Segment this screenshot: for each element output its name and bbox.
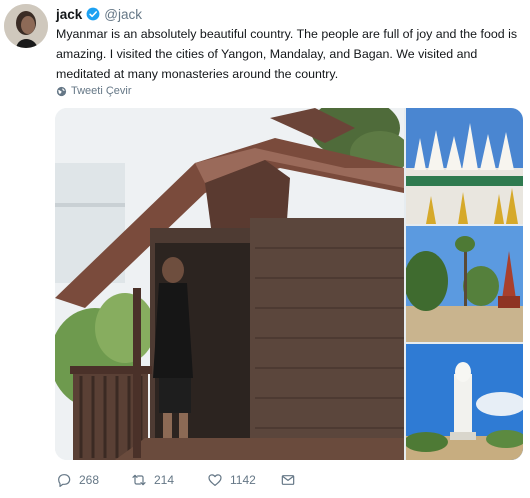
tweet-header: jack @jack <box>56 5 142 23</box>
avatar[interactable] <box>4 4 48 48</box>
like-button[interactable]: 1142 <box>207 472 280 488</box>
display-name[interactable]: jack <box>56 7 82 22</box>
verified-badge-icon <box>86 7 100 21</box>
direct-message-button[interactable] <box>280 472 303 488</box>
reply-icon <box>58 474 71 487</box>
photo-wooden-hut[interactable] <box>55 108 404 460</box>
heart-icon <box>208 474 222 486</box>
translate-label: Tweeti Çevir <box>71 85 132 97</box>
mail-icon <box>281 475 295 485</box>
media-grid <box>55 108 523 460</box>
photo-red-pagoda[interactable] <box>406 226 523 342</box>
retweet-button[interactable]: 214 <box>131 472 207 488</box>
user-handle[interactable]: @jack <box>104 7 142 22</box>
retweet-count: 214 <box>154 473 175 487</box>
tweet-text: Myanmar is an absolutely beautiful count… <box>56 27 518 81</box>
globe-icon <box>56 86 67 96</box>
reply-button[interactable]: 268 <box>56 472 131 488</box>
photo-buddha-statue[interactable] <box>406 344 523 460</box>
photo-white-pagodas[interactable] <box>406 108 523 224</box>
retweet-icon <box>132 474 146 486</box>
reply-count: 268 <box>79 473 100 487</box>
like-count: 1142 <box>230 473 256 487</box>
tweet-actions: 268 214 1142 <box>56 470 303 490</box>
avatar-image <box>4 4 48 48</box>
translate-tweet-link[interactable]: Tweeti Çevir <box>56 84 132 98</box>
